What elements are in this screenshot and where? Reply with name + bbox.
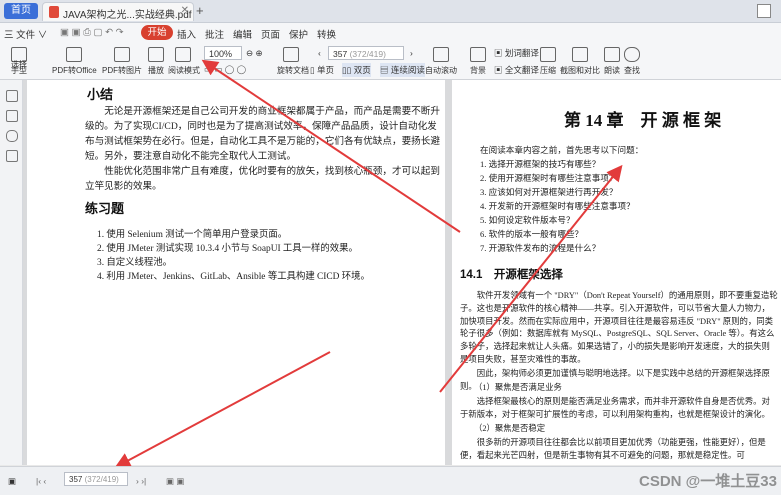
annotation-arrows — [114, 59, 623, 468]
first-prev-page-button[interactable]: |‹ ‹ — [36, 474, 46, 488]
sidebar-toggle-icon[interactable]: ▣ — [8, 474, 16, 488]
next-last-page-button[interactable]: › ›| — [136, 474, 146, 488]
status-bar: ▣ |‹ ‹ 357 (372/419) › ›| ▣ ▣ CSDN @一堆土豆… — [0, 466, 781, 495]
status-page-input[interactable]: 357 (372/419) — [64, 472, 128, 486]
watermark: CSDN @一堆土豆33 — [639, 473, 777, 490]
arrow-from-content — [439, 164, 623, 393]
arrow-to-pager — [114, 351, 331, 468]
fit-page-icon[interactable]: ▣ ▣ — [166, 474, 184, 488]
arrow-to-toolbar — [201, 59, 461, 233]
